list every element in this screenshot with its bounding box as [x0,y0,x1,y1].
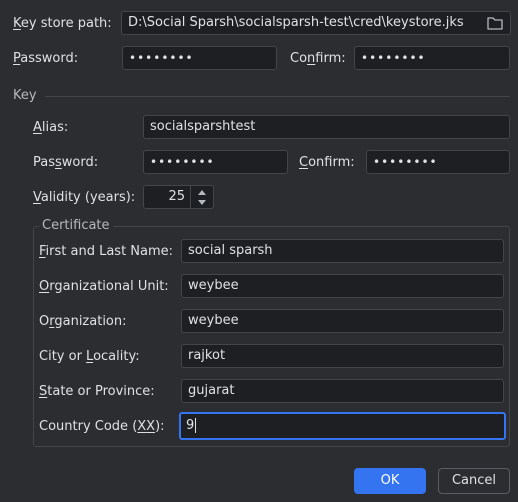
key-section-title: Key [13,88,37,103]
keystore-password-field[interactable]: •••••••• [122,46,277,70]
country-code-label: Country Code (XX): [39,419,165,434]
keystore-path-field[interactable]: D:\Social Sparsh\socialsparsh-test\cred\… [121,11,511,35]
org-unit-label: Organizational Unit: [39,279,169,294]
state-value: gujarat [188,383,235,398]
organization-field[interactable]: weybee [181,309,504,333]
key-password-label: Password: [33,155,99,170]
org-unit-field[interactable]: weybee [181,274,504,298]
key-section-separator [45,96,510,97]
org-unit-value: weybee [188,278,239,293]
keystore-password-label: Password: [13,51,79,66]
chevron-up-icon[interactable] [197,189,207,196]
certificate-section-title: Certificate [39,218,113,234]
state-field[interactable]: gujarat [181,379,504,403]
text-caret [195,418,197,433]
keystore-password-value: •••••••• [129,51,194,65]
country-code-value: 9 [186,418,195,433]
city-value: rajkot [188,348,226,363]
validity-spinner[interactable]: 25 [143,185,214,209]
keystore-path-label: Key store path: [13,16,112,31]
key-password-field[interactable]: •••••••• [143,150,288,174]
key-password-value: •••••••• [150,155,215,169]
organization-label: Organization: [39,314,127,329]
city-label: City or Locality: [39,349,140,364]
validity-spinner-buttons[interactable] [190,186,213,208]
alias-field[interactable]: socialsparshtest [143,115,510,139]
state-label: State or Province: [39,384,155,399]
first-last-name-value: social sparsh [188,243,273,258]
first-last-name-field[interactable]: social sparsh [181,239,504,263]
first-last-name-label: First and Last Name: [39,244,174,259]
cancel-button[interactable]: Cancel [438,468,510,494]
city-field[interactable]: rajkot [181,344,504,368]
keystore-confirm-value: •••••••• [361,51,426,65]
validity-value: 25 [168,189,185,204]
chevron-down-icon[interactable] [197,199,207,206]
validity-label: Validity (years): [33,190,136,205]
key-confirm-label: Confirm: [299,155,355,170]
key-confirm-value: •••••••• [373,155,438,169]
keystore-confirm-field[interactable]: •••••••• [354,46,510,70]
alias-value: socialsparshtest [150,119,256,134]
keystore-path-value: D:\Social Sparsh\socialsparsh-test\cred\… [128,15,464,30]
alias-label: Alias: [33,120,69,135]
key-confirm-field[interactable]: •••••••• [366,150,510,174]
folder-icon[interactable] [486,15,504,31]
country-code-field[interactable]: 9 [179,412,506,440]
keystore-confirm-label: Confirm: [290,51,346,66]
ok-button[interactable]: OK [354,468,426,494]
organization-value: weybee [188,313,239,328]
